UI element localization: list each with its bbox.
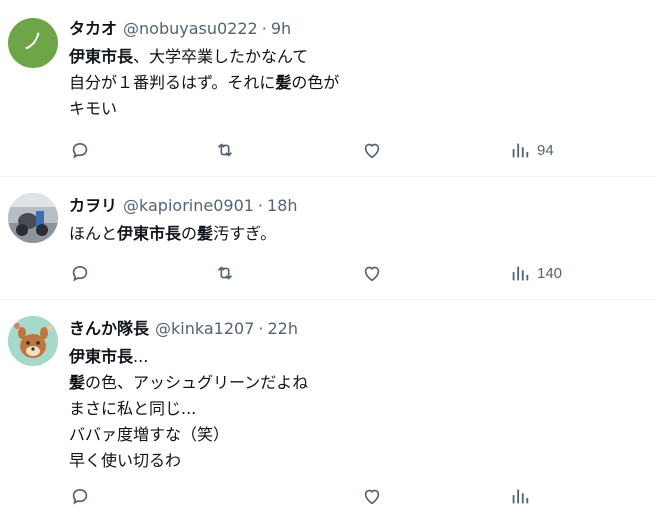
retweet-icon xyxy=(217,266,233,280)
text-span: の色、アッシュグリーンだよね xyxy=(85,373,309,392)
tweet-text: 伊東市長... 髪の色、アッシュグリーンだよね まさに私と同じ... ババァ度増… xyxy=(69,344,647,474)
text-span: ... xyxy=(133,347,149,366)
tweet-line: 伊東市長、大学卒業したかなんて xyxy=(69,44,647,70)
views-icon xyxy=(512,489,529,504)
text-span: 早く使い切るわ xyxy=(69,451,182,470)
highlight: 伊東市長 xyxy=(69,47,134,66)
author-handle[interactable]: @kinka1207 xyxy=(155,319,254,338)
views-button[interactable] xyxy=(509,484,531,508)
tweet-line: 早く使い切るわ xyxy=(69,448,647,474)
text-span: 、大学卒業したかなんて xyxy=(133,47,309,66)
retweet-icon xyxy=(217,143,233,157)
avatar-illustration xyxy=(8,316,58,366)
like-icon xyxy=(364,489,380,505)
tweet-line: ほんと伊東市長の髪汚すぎ。 xyxy=(69,221,647,247)
views-icon xyxy=(512,143,529,158)
reply-icon xyxy=(72,488,88,505)
views-button[interactable]: 94 xyxy=(509,138,554,162)
text-span: ババァ度増すな（笑） xyxy=(69,425,230,444)
reply-icon xyxy=(72,142,88,159)
like-button[interactable] xyxy=(361,138,383,162)
timestamp[interactable]: 9h xyxy=(271,19,291,38)
like-button[interactable] xyxy=(361,484,383,508)
tweet[interactable]: カヲリ @kapiorine0901 · 18h ほんと伊東市長の髪汚すぎ。 140 xyxy=(0,177,655,300)
reply-button[interactable] xyxy=(69,138,91,162)
views-icon xyxy=(512,266,529,281)
views-count: 140 xyxy=(537,264,563,282)
tweet-line: 自分が１番判るはず。それに髪の色が xyxy=(69,70,647,96)
text-span: キモい xyxy=(69,99,118,118)
highlight: 伊東市長 xyxy=(69,347,134,366)
tweet[interactable]: ノ タカオ @nobuyasu0222 · 9h 伊東市長、大学卒業したかなんて 自分… xyxy=(0,0,655,177)
highlight: 伊東市長 xyxy=(117,224,182,243)
text-span: まさに私と同じ... xyxy=(69,399,197,418)
like-icon xyxy=(364,143,380,159)
views-count: 94 xyxy=(537,141,554,159)
avatar[interactable] xyxy=(8,193,58,243)
like-icon xyxy=(364,266,380,282)
highlight: 髪 xyxy=(275,73,292,92)
text-span: 汚すぎ。 xyxy=(213,224,277,243)
author-handle[interactable]: @nobuyasu0222 xyxy=(123,19,258,38)
retweet-button[interactable] xyxy=(214,138,236,162)
tweet-line: まさに私と同じ... xyxy=(69,396,647,422)
separator-dot: · xyxy=(258,319,264,338)
tweet-line: ババァ度増すな（笑） xyxy=(69,422,647,448)
tweet[interactable]: きんか隊長 @kinka1207 · 22h 伊東市長... 髪の色、アッシュグリーン… xyxy=(0,300,655,505)
tweet-line: 伊東市長... xyxy=(69,344,647,370)
reply-button[interactable] xyxy=(69,261,91,285)
reply-button[interactable] xyxy=(69,484,91,508)
separator-dot: · xyxy=(261,19,267,38)
tweet-line: キモい xyxy=(69,96,647,122)
tweet-text: ほんと伊東市長の髪汚すぎ。 xyxy=(69,221,647,247)
author-name[interactable]: きんか隊長 xyxy=(69,319,149,338)
tweet-line: 髪の色、アッシュグリーンだよね xyxy=(69,370,647,396)
highlight: 髪 xyxy=(197,224,214,243)
avatar[interactable]: ノ xyxy=(8,18,58,68)
tweet-text: 伊東市長、大学卒業したかなんて 自分が１番判るはず。それに髪の色が キモい xyxy=(69,44,647,122)
author-handle[interactable]: @kapiorine0901 xyxy=(123,196,254,215)
author-name[interactable]: カヲリ xyxy=(69,196,117,215)
views-button[interactable]: 140 xyxy=(509,261,562,285)
separator-dot: · xyxy=(257,196,264,215)
text-span: 自分が１番判るはず。それに xyxy=(69,73,276,92)
avatar-glyph: ノ xyxy=(21,30,44,55)
text-span: の色が xyxy=(291,73,340,92)
text-span: の xyxy=(181,224,198,243)
timestamp[interactable]: 22h xyxy=(267,319,298,338)
avatar[interactable] xyxy=(8,316,58,366)
avatar-photo xyxy=(8,193,58,243)
text-span: ほんと xyxy=(69,224,118,243)
highlight: 髪 xyxy=(69,373,86,392)
timestamp[interactable]: 18h xyxy=(267,196,298,215)
retweet-button[interactable] xyxy=(214,261,236,285)
like-button[interactable] xyxy=(361,261,383,285)
reply-icon xyxy=(72,265,88,282)
author-name[interactable]: タカオ xyxy=(69,19,117,38)
